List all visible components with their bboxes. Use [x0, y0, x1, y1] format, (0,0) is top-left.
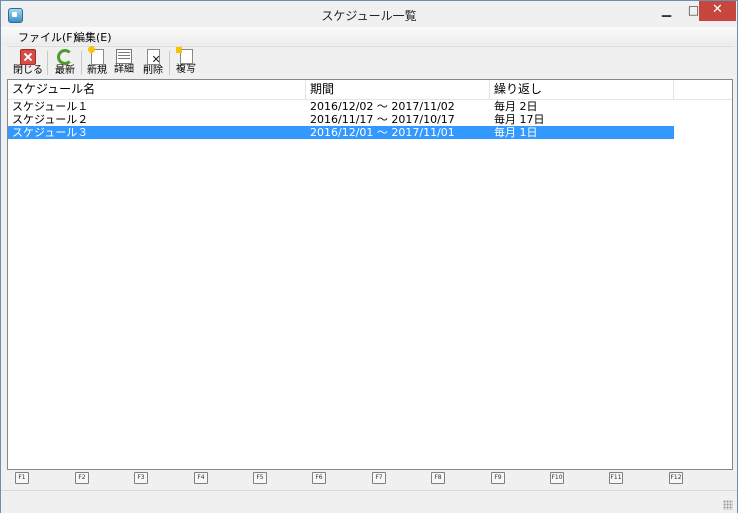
f6-key[interactable]: F6 [312, 472, 326, 484]
delete-button[interactable]: 削除 [140, 48, 166, 78]
f1-key[interactable]: F1 [15, 472, 29, 484]
menu-edit[interactable]: 編集(E) [74, 29, 112, 45]
delete-icon [146, 49, 161, 66]
cell-period: 2016/11/17 ～ 2017/10/17 [310, 113, 455, 126]
refresh-button-label: 最新 [55, 65, 75, 76]
cell-period: 2016/12/02 ～ 2017/11/02 [310, 100, 455, 113]
new-document-icon [87, 46, 104, 65]
minimize-button[interactable]: ▁ [653, 1, 680, 21]
copy-button-label: 複写 [176, 64, 196, 75]
table-row[interactable]: スケジュール１ 2016/12/02 ～ 2017/11/02 毎月 2日 [8, 100, 674, 113]
close-button-label: 閉じる [13, 65, 43, 76]
detail-icon [116, 49, 132, 64]
close-window-button[interactable]: ✕ [699, 1, 736, 21]
f3-key[interactable]: F3 [134, 472, 148, 484]
new-button[interactable]: 新規 [84, 46, 110, 78]
f4-key[interactable]: F4 [194, 472, 208, 484]
list-header: スケジュール名 期間 繰り返し [8, 80, 732, 100]
close-button[interactable]: 閉じる [13, 48, 43, 78]
f12-key[interactable]: F12 [669, 472, 683, 484]
window-title: スケジュール一覧 [321, 9, 417, 23]
refresh-icon [57, 49, 73, 65]
f11-key[interactable]: F11 [609, 472, 623, 484]
cell-period: 2016/12/01 ～ 2017/11/01 [310, 126, 455, 139]
close-icon [20, 49, 36, 65]
cell-name: スケジュール１ [12, 100, 89, 113]
column-header-name[interactable]: スケジュール名 [8, 80, 306, 99]
status-bar [1, 490, 737, 513]
f2-key[interactable]: F2 [75, 472, 89, 484]
function-key-bar: F1 F2 F3 F4 F5 F6 F7 F8 F9 F10 F11 F12 [7, 469, 731, 487]
cell-name: スケジュール３ [12, 126, 89, 139]
cell-repeat: 毎月 1日 [494, 126, 538, 139]
schedule-list[interactable]: スケジュール名 期間 繰り返し スケジュール１ 2016/12/02 ～ 201… [7, 79, 733, 470]
f9-key[interactable]: F9 [491, 472, 505, 484]
toolbar: 閉じる 最新 新規 詳細 削除 複写 [7, 46, 735, 79]
menu-bar: ファイル(F) 編集(E) [1, 27, 737, 45]
detail-button[interactable]: 詳細 [111, 48, 137, 78]
f8-key[interactable]: F8 [431, 472, 445, 484]
f10-key[interactable]: F10 [550, 472, 564, 484]
refresh-button[interactable]: 最新 [52, 48, 78, 78]
f7-key[interactable]: F7 [372, 472, 386, 484]
title-bar[interactable]: スケジュール一覧 ▁ □ ✕ [1, 1, 737, 27]
copy-icon [175, 47, 193, 64]
resize-grip-icon[interactable] [723, 500, 733, 510]
table-row-selected[interactable]: スケジュール３ 2016/12/01 ～ 2017/11/01 毎月 1日 [8, 126, 674, 139]
cell-repeat: 毎月 2日 [494, 100, 538, 113]
schedule-list-window: スケジュール一覧 ▁ □ ✕ ファイル(F) 編集(E) 閉じる 最新 新規 詳… [0, 0, 738, 513]
copy-button[interactable]: 複写 [173, 47, 199, 78]
f5-key[interactable]: F5 [253, 472, 267, 484]
column-header-period[interactable]: 期間 [306, 80, 490, 99]
detail-button-label: 詳細 [114, 64, 134, 75]
toolbar-separator [47, 51, 48, 75]
cell-repeat: 毎月 17日 [494, 113, 545, 126]
table-row[interactable]: スケジュール２ 2016/11/17 ～ 2017/10/17 毎月 17日 [8, 113, 674, 126]
menu-file[interactable]: ファイル(F) [18, 29, 77, 45]
cell-name: スケジュール２ [12, 113, 89, 126]
delete-button-label: 削除 [143, 65, 163, 76]
column-header-repeat[interactable]: 繰り返し [490, 80, 674, 99]
